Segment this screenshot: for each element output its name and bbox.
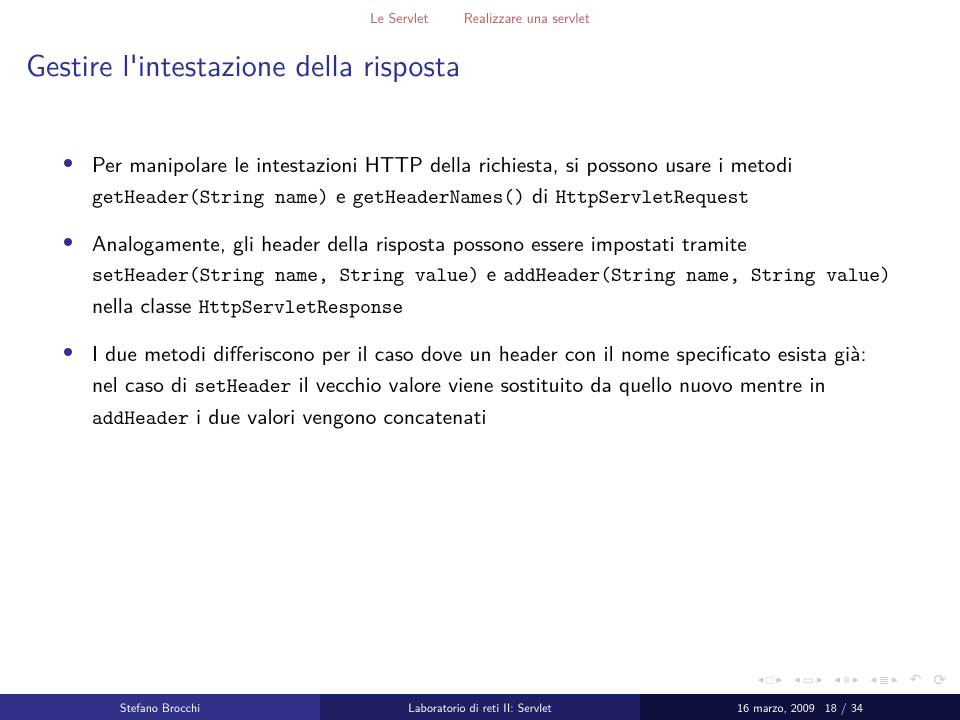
nav-section-icon[interactable]: ≣ <box>871 670 900 688</box>
nav-frame-icon[interactable]: ▭ <box>794 670 824 688</box>
footer-title: Laboratorio di reti II: Servlet <box>320 694 640 720</box>
slide-body: Per manipolare le intestazioni HTTP dell… <box>64 148 896 448</box>
page-total: 34 <box>851 698 863 716</box>
slide: { "header": { "crumb_section": "Le Servl… <box>0 0 960 720</box>
text: i due valori vengono concatenati <box>189 399 487 431</box>
code: setHeader <box>194 372 291 399</box>
breadcrumb-subsection: Realizzare una servlet <box>464 8 590 28</box>
text: il vecchio valore viene sostituito da qu… <box>291 367 825 399</box>
code: addHeader(String name, String value) <box>503 261 890 288</box>
breadcrumb-separator <box>439 8 453 28</box>
slide-title: Gestire l'intestazione della risposta <box>26 42 460 86</box>
footline: Stefano Brocchi Laboratorio di reti II: … <box>0 694 960 720</box>
list-item: Analogamente, gli header della risposta … <box>64 227 896 322</box>
text: nella classe <box>92 288 199 320</box>
footer-date: 16 marzo, 2009 <box>737 698 815 716</box>
code: addHeader <box>92 404 189 431</box>
code: getHeaderNames() <box>353 183 525 210</box>
nav-subsection-icon[interactable]: ≡ <box>834 670 860 688</box>
bullet-list: Per manipolare le intestazioni HTTP dell… <box>64 148 896 432</box>
nav-symbols: □ ▭ ≡ ≣ ↶ ⟳ <box>758 668 948 690</box>
nav-search-icon[interactable]: ⟳ <box>933 668 948 690</box>
text: Per manipolare le intestazioni HTTP dell… <box>92 147 793 179</box>
text: e <box>479 256 503 288</box>
footer-author: Stefano Brocchi <box>0 694 320 720</box>
breadcrumb-section: Le Servlet <box>370 8 428 28</box>
code: HttpServletRequest <box>555 183 749 210</box>
text: di <box>525 178 556 210</box>
footer-right: 16 marzo, 2009 18 / 34 <box>640 694 960 720</box>
breadcrumb: Le Servlet Realizzare una servlet <box>0 8 960 28</box>
list-item: I due metodi differiscono per il caso do… <box>64 337 896 432</box>
list-item: Per manipolare le intestazioni HTTP dell… <box>64 148 896 211</box>
page-sep: / <box>837 698 851 716</box>
code: HttpServletResponse <box>199 293 404 320</box>
page-current: 18 <box>825 698 837 716</box>
nav-slide-icon[interactable]: □ <box>758 670 784 688</box>
code: getHeader(String name) <box>92 183 329 210</box>
code: setHeader(String name, String value) <box>92 261 479 288</box>
text: e <box>329 178 353 210</box>
text: Analogamente, gli header della risposta … <box>92 226 747 258</box>
footer-page: 18 / 34 <box>825 698 863 716</box>
nav-back-icon[interactable]: ↶ <box>910 669 924 689</box>
